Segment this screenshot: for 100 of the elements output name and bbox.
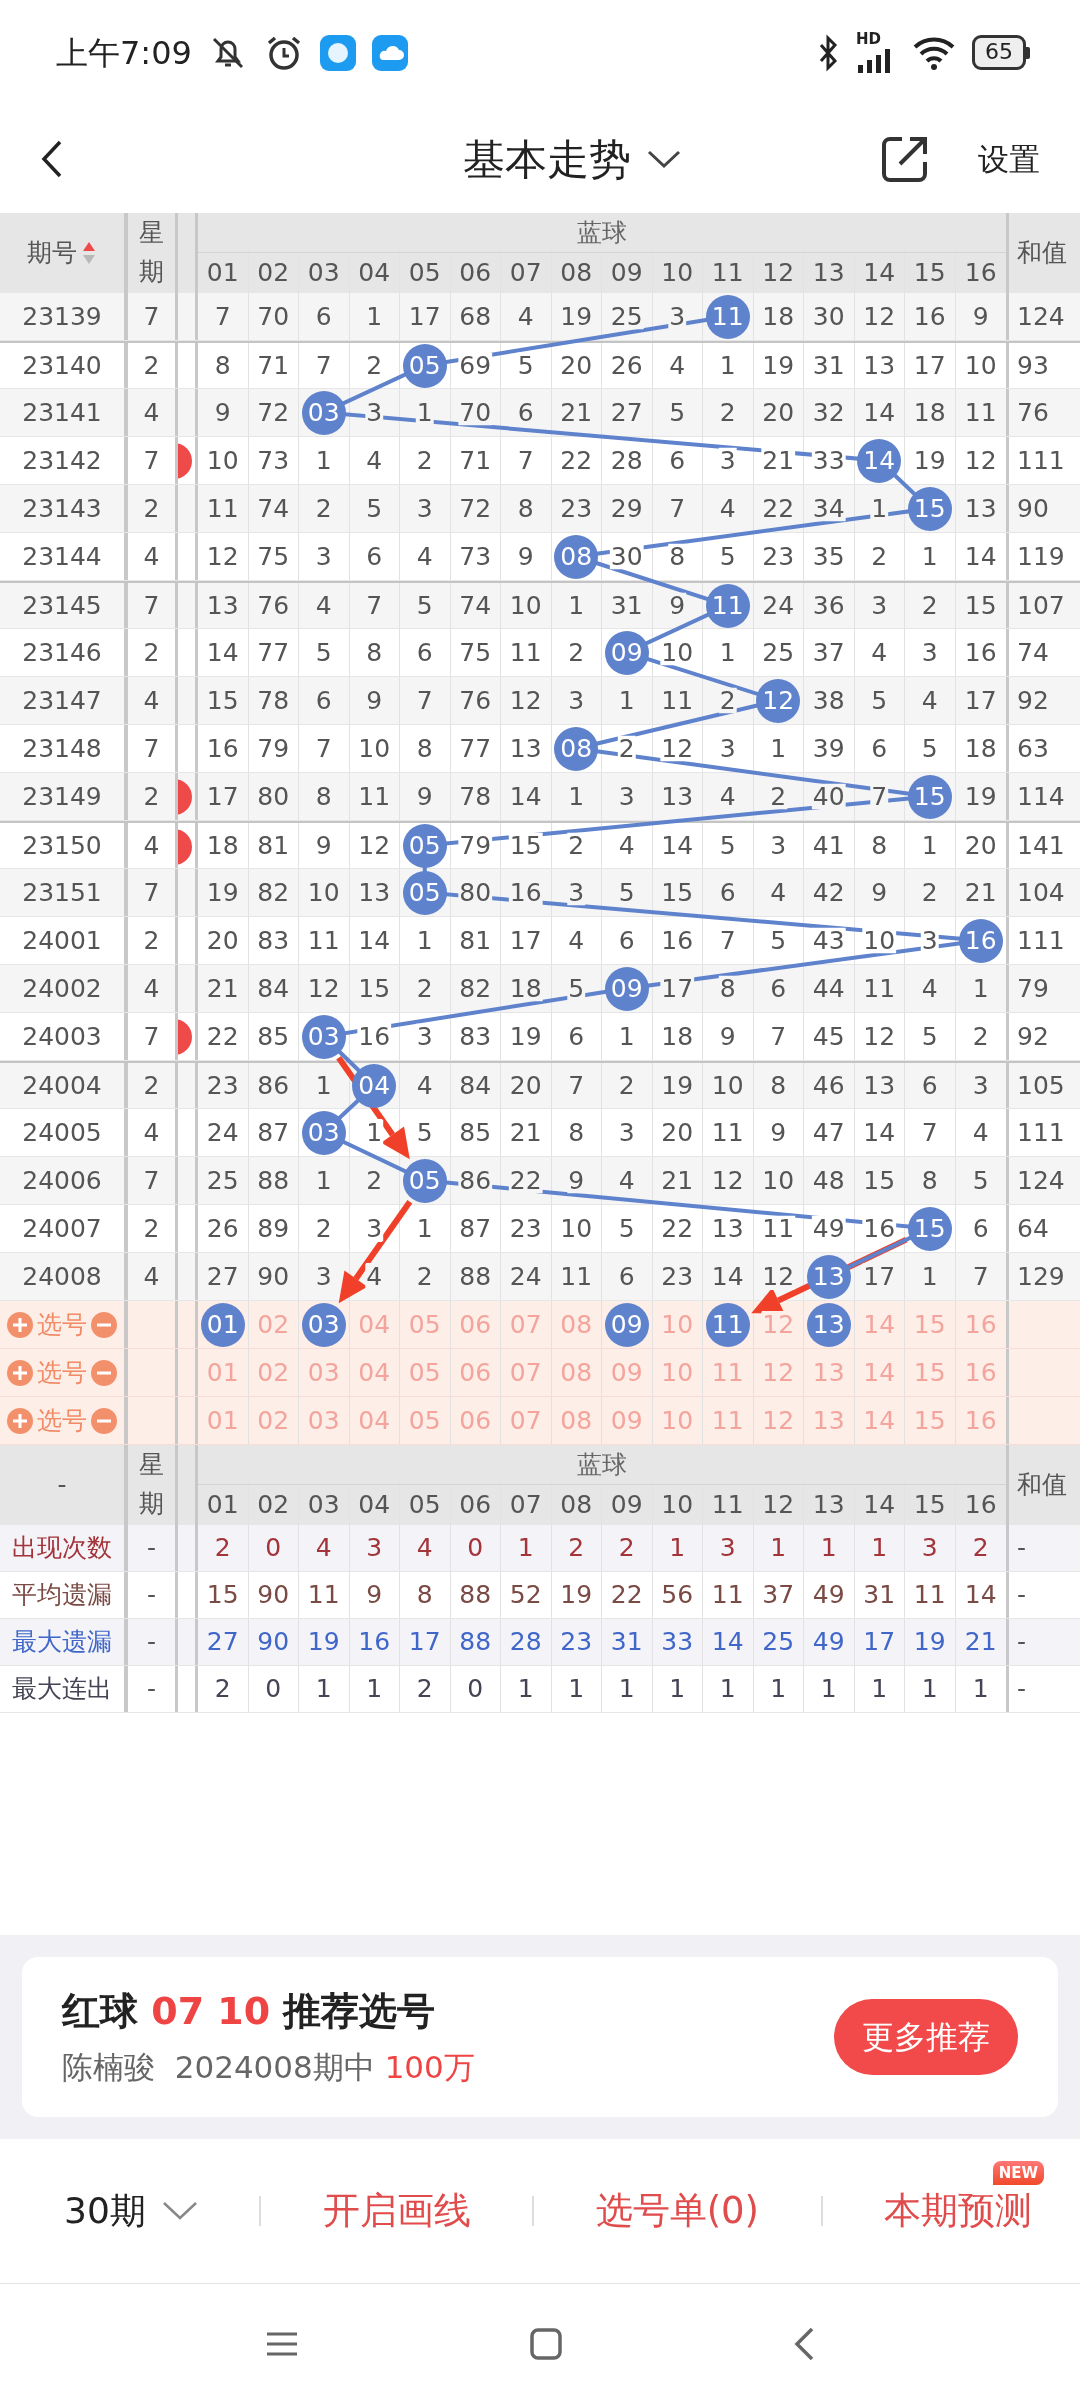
column-header: 和值 [1017,237,1067,270]
column-header: 13 [812,257,845,290]
table-cell-text: 11 [913,1579,946,1612]
table-cell-text: 37 [762,1579,795,1612]
column-header: 08 [560,1489,593,1522]
table-cell-text: 11 [711,1579,744,1612]
toolbar-link[interactable]: 选号单(0) [595,2182,760,2239]
table-cell-text: 19 [560,1579,593,1612]
table-cell-text: 88 [459,1579,492,1612]
table-cell-text: 1 [871,1673,888,1706]
table-cell-text: 1 [719,1673,736,1706]
chevron-down-icon [161,2199,198,2222]
share-icon[interactable] [880,134,930,184]
number-ball: 08 [554,726,599,771]
table-cell-text: 0 [467,1673,484,1706]
table-cell-text: 19 [307,1626,340,1659]
table-cell-text: 28 [509,1626,542,1659]
battery-text: 65 [972,35,1026,70]
table-cell-text: 1 [517,1532,534,1565]
column-header: 15 [913,1489,946,1522]
column-header: 06 [459,257,492,290]
cloud-icon [371,34,408,71]
promo-subtitle: 陈楠骏 2024008期中 100万 [62,2048,475,2087]
table-cell-text: 0 [265,1532,282,1565]
number-ball: 05 [402,1158,447,1203]
table-cell-text: 9 [366,1579,383,1612]
table-cell-text: 3 [366,1532,383,1565]
table-cell-text: 2 [618,1532,635,1565]
network-type-text: HD [856,32,881,47]
table-cell-text: 1 [669,1673,686,1706]
table-cell-text: 1 [770,1532,787,1565]
number-ball: 11 [705,583,750,628]
table-cell-text: - [1017,1673,1027,1706]
back-icon [40,139,64,179]
row-label: 最大遗漏 [12,1626,112,1659]
column-header[interactable]: 期号 [27,234,77,272]
table-cell-text: 8 [416,1579,433,1612]
column-header: 06 [459,1489,492,1522]
table-cell-text: - [1017,1532,1027,1565]
period-dropdown[interactable]: 30期 [64,2183,198,2238]
column-header: 02 [257,257,290,290]
number-ball: 05 [402,870,447,915]
column-header: 星期 [139,217,164,288]
menu-icon[interactable] [265,2330,299,2357]
home-icon[interactable] [529,2326,563,2361]
number-ball[interactable]: 03 [301,1302,346,1347]
back-icon[interactable] [793,2325,815,2362]
table-cell-text: 2 [568,1532,585,1565]
toolbar-link[interactable]: 开启画线 [322,2182,471,2239]
table-cell-text: - [147,1579,156,1612]
table-cell-text: 19 [913,1626,946,1659]
table-cell-text: 56 [661,1579,694,1612]
table-cell-text: 1 [820,1673,837,1706]
clock-text: 上午7:09 [56,32,192,74]
toolbar-link[interactable]: 本期预测 [883,2182,1032,2239]
number-ball[interactable]: 13 [806,1302,851,1347]
table-cell-text: 22 [610,1579,643,1612]
column-header: 04 [358,257,391,290]
table-cell-text: 1 [770,1673,787,1706]
column-group-header: 蓝球 [577,216,627,249]
table-cell-text: 31 [863,1579,896,1612]
table-cell-text: 3 [921,1532,938,1565]
column-header: 16 [964,257,997,290]
back-button[interactable] [40,139,64,179]
table-cell-text: 52 [509,1579,542,1612]
table-cell-text: 2 [972,1532,989,1565]
number-ball[interactable]: 01 [200,1302,245,1347]
number-ball: 16 [958,918,1003,963]
column-header: 13 [812,1489,845,1522]
column-header: 04 [358,1489,391,1522]
column-header: 11 [711,1489,744,1522]
column-header: 12 [762,257,795,290]
table-cell-text: 17 [863,1626,896,1659]
column-header: - [57,1469,67,1502]
number-ball: 09 [604,630,649,675]
chevron-down-icon[interactable] [647,149,681,169]
pick-label: 选号 [37,1404,87,1437]
number-ball[interactable]: 11 [705,1302,750,1347]
number-ball: 13 [806,1254,851,1299]
number-ball: 03 [301,1014,346,1059]
settings-button[interactable]: 设置 [978,135,1040,183]
table-cell-text: 49 [812,1579,845,1612]
table-cell-text: 4 [315,1532,332,1565]
row-label: 出现次数 [12,1532,112,1565]
column-header: 03 [307,1489,340,1522]
table-cell-text: 2 [214,1532,231,1565]
row-label: 最大连出 [12,1673,112,1706]
pick-label: 选号 [37,1308,87,1341]
table-cell-text: - [147,1626,156,1659]
table-cell-text: 0 [467,1532,484,1565]
page-title[interactable]: 基本走势 [463,127,631,191]
column-header: 14 [863,257,896,290]
number-ball: 15 [907,1206,952,1251]
pick-label: 选号 [37,1356,87,1389]
table-cell-text: 1 [618,1673,635,1706]
column-header: 15 [913,257,946,290]
column-header: 03 [307,257,340,290]
number-ball[interactable]: 09 [604,1302,649,1347]
column-header: 星期 [139,1449,164,1520]
more-button[interactable]: 更多推荐 [834,1998,1018,2075]
